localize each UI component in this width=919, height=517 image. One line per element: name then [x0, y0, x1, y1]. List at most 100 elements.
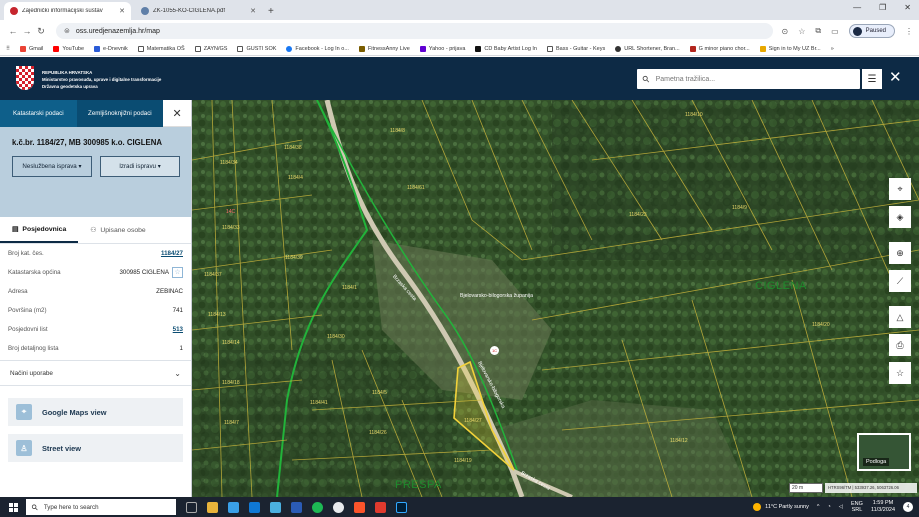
create-document-button[interactable]: Izradi ispravu ▾: [100, 156, 180, 177]
bookmark-folder[interactable]: ZAYN/GS: [194, 45, 227, 52]
parcel-details: Broj kat. čes. 1184/27 Katastarska općin…: [0, 244, 191, 358]
spotify-icon[interactable]: [312, 501, 323, 513]
sidepanel-icon[interactable]: ▭: [831, 27, 839, 36]
mail-icon[interactable]: [249, 501, 260, 513]
bookmark-folder[interactable]: Matematika OŠ: [137, 45, 185, 52]
taskbar-search-input[interactable]: ⚲ Type here to search: [26, 499, 176, 515]
search-icon: ⚲: [640, 72, 652, 85]
google-maps-view-button[interactable]: ⌖ Google Maps view: [8, 398, 183, 426]
profile-paused-button[interactable]: Paused: [848, 24, 895, 38]
store-icon[interactable]: [228, 501, 239, 513]
print-button[interactable]: ⎙: [889, 334, 911, 356]
tab-cadastral-data[interactable]: Katastarski podaci: [0, 100, 77, 127]
bookmark-yahoo[interactable]: Yahoo - prijava: [419, 45, 465, 52]
chrome-icon[interactable]: [333, 501, 344, 513]
forward-icon[interactable]: →: [20, 26, 34, 36]
parcel-label: 1184/10: [685, 112, 703, 118]
favorites-button[interactable]: ☆: [889, 362, 911, 384]
weather-widget[interactable]: 11°C Partly sunny: [753, 503, 809, 511]
possession-sheet-link[interactable]: 513: [173, 326, 183, 333]
close-window-icon[interactable]: ✕: [904, 3, 911, 12]
bookmark-folder[interactable]: GUSTI SOK: [237, 45, 276, 52]
extensions-icon[interactable]: ⧉: [815, 26, 821, 36]
window-controls: — ❐ ✕: [853, 3, 911, 12]
task-view-icon[interactable]: [186, 501, 197, 513]
bookmark-youtube[interactable]: YouTube: [53, 45, 84, 52]
bookmark-uz[interactable]: Sign in to My UZ Br...: [759, 45, 821, 52]
bookmark-url-shortener[interactable]: URL Shortener, Bran...: [615, 45, 680, 52]
bookmark-ednevnik[interactable]: e-Dnevnik: [94, 45, 128, 52]
tab-posjedovnica[interactable]: ▤ Posjedovnica: [0, 217, 79, 243]
pegman-icon: ♙: [16, 440, 32, 456]
file-explorer-icon[interactable]: [207, 501, 218, 513]
area-value: 741: [172, 307, 183, 314]
tab-close-icon[interactable]: ✕: [119, 7, 125, 15]
apps-grid-icon[interactable]: ⠿: [6, 46, 10, 52]
favorite-star-icon[interactable]: ☆: [172, 267, 183, 278]
close-panel-button[interactable]: ✕: [163, 100, 191, 127]
clock[interactable]: 1:59 PM 11/3/2024: [871, 500, 895, 514]
new-tab-button[interactable]: +: [268, 6, 274, 17]
shapes-button[interactable]: △: [889, 306, 911, 328]
parcel-label: 1184/26: [369, 430, 387, 436]
data-tabs: Katastarski podaci Zemljišnoknjižni poda…: [0, 100, 191, 127]
parcel-number-link[interactable]: 1184/27: [161, 250, 183, 257]
basemap-switcher[interactable]: Podloga: [857, 433, 911, 471]
app-icon[interactable]: [270, 501, 281, 513]
brave-icon[interactable]: [354, 501, 365, 513]
zoom-search-button[interactable]: ⊕: [889, 242, 911, 264]
bookmark-fitness[interactable]: FitnessAnny Live: [358, 45, 410, 52]
browser-tab-pdf[interactable]: ZK-1055-KO-CIGLENA.pdf ✕: [135, 2, 262, 20]
parcel-label: 1184/41: [310, 400, 328, 406]
location-icon[interactable]: ⊙: [781, 27, 788, 36]
reload-icon[interactable]: ↻: [34, 26, 48, 37]
sliders-icon: ☰: [867, 73, 877, 85]
map-marker[interactable]: 1C: [490, 346, 499, 355]
parcel-label: 1184/61: [407, 185, 425, 191]
address-bar[interactable]: ⊜ oss.uredjenazemlja.hr/map: [56, 23, 774, 39]
network-icon[interactable]: ◔: [827, 504, 830, 510]
parcel-label: 1184/33: [222, 225, 240, 231]
photoshop-icon[interactable]: [396, 501, 407, 513]
tab-registered-persons[interactable]: ⚇ Upisane osobe: [78, 217, 157, 243]
tray-chevron-icon[interactable]: ^: [817, 504, 820, 510]
bookmark-facebook[interactable]: Facebook - Log In o...: [286, 45, 349, 52]
measure-button[interactable]: ⟋: [889, 270, 911, 292]
start-button[interactable]: [0, 497, 26, 517]
system-tray: 11°C Partly sunny ^ ◔ ◁ ENG SRL 1:59 PM …: [753, 497, 913, 517]
more-bookmarks-icon[interactable]: »: [831, 46, 834, 52]
app-icon[interactable]: [375, 501, 386, 513]
language-indicator[interactable]: ENG SRL: [851, 501, 863, 513]
ministry-title: REPUBLIKA HRVATSKA Ministarstvo pravosuđ…: [42, 70, 162, 89]
bookmark-piano[interactable]: G minor piano chor...: [689, 45, 750, 52]
smart-search-input[interactable]: ⚲ Pametna tražilica...: [637, 69, 860, 89]
street-view-button[interactable]: ♙ Street view: [8, 434, 183, 462]
minimize-icon[interactable]: —: [853, 3, 861, 12]
notification-badge[interactable]: 4: [903, 502, 913, 512]
browser-tab-active[interactable]: Zajednički informacijski sustav ✕: [4, 2, 131, 20]
bookmark-star-icon[interactable]: ☆: [798, 27, 805, 36]
word-icon[interactable]: [291, 501, 302, 513]
back-icon[interactable]: ←: [6, 26, 20, 36]
unofficial-document-button[interactable]: Neslužbena isprava ▾: [12, 156, 92, 177]
tab-land-registry-data[interactable]: Zemljišnoknjižni podaci: [76, 100, 164, 127]
bookmark-cdbaby[interactable]: CD Baby Artist Log In: [475, 45, 537, 52]
site-info-icon[interactable]: ⊜: [64, 27, 70, 35]
parcel-header: k.č.br. 1184/27, MB 300985 k.o. CIGLENA …: [0, 127, 191, 217]
close-app-button[interactable]: ✕: [889, 68, 902, 86]
layers-button[interactable]: ◈: [889, 206, 911, 228]
app-header: REPUBLIKA HRVATSKA Ministarstvo pravosuđ…: [0, 57, 919, 100]
usage-accordion[interactable]: Načini uporabe ⌄: [0, 360, 191, 386]
restore-icon[interactable]: ❐: [879, 3, 886, 12]
volume-icon[interactable]: ◁: [839, 504, 843, 510]
bookmark-folder[interactable]: Bass - Guitar - Keys: [547, 45, 605, 52]
tab-close-icon[interactable]: ✕: [250, 7, 256, 15]
filter-settings-button[interactable]: ☰: [862, 69, 882, 89]
detail-row: Broj detaljnog lista 1: [8, 345, 183, 352]
bookmark-gmail[interactable]: Gmail: [20, 45, 43, 52]
menu-dots-icon[interactable]: ⋮: [905, 27, 913, 36]
document-icon: ▤: [12, 226, 19, 233]
map-canvas[interactable]: 1184/8 1184/10 1184/9 1184/23 1184/20 11…: [192, 100, 919, 497]
location-pin-button[interactable]: ⌖: [889, 178, 911, 200]
basemap-label: Podloga: [863, 458, 890, 466]
